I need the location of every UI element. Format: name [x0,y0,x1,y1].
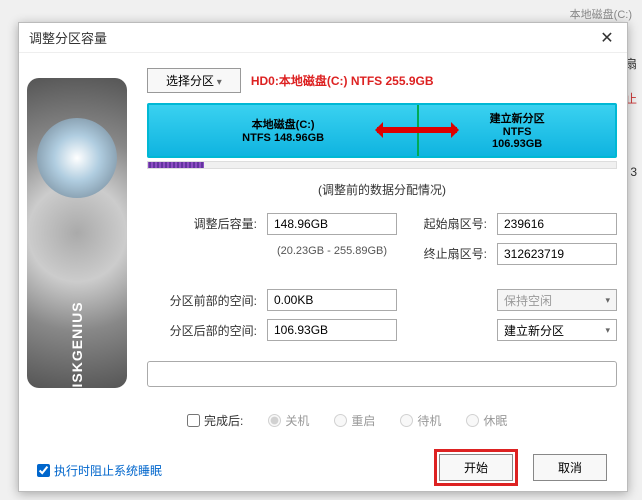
space-after-dropdown[interactable]: 建立新分区 [497,319,617,341]
prevent-sleep-checkbox[interactable]: 执行时阻止系统睡眠 [37,462,162,479]
opt-hibernate[interactable]: 休眠 [466,412,507,429]
resize-partition-dialog: 调整分区容量 ✕ DISKGENIUS 选择分区 HD0:本地磁盘(C:) NT… [18,22,628,492]
start-sector-input[interactable] [497,213,617,235]
size-range: (20.23GB - 255.89GB) [267,245,397,257]
partition-bar[interactable]: 本地磁盘(C:) NTFS 148.96GB 建立新分区 NTFS 106.93… [147,103,617,158]
finish-label: 完成后: [204,412,243,429]
prevent-sleep-input[interactable] [37,464,50,477]
partition-segment-c[interactable]: 本地磁盘(C:) NTFS 148.96GB [149,105,419,156]
partition-new-title: 建立新分区 [490,110,545,126]
after-size-input[interactable] [267,213,397,235]
titlebar: 调整分区容量 ✕ [19,23,627,53]
start-sector-label: 起始扇区号: [407,215,487,232]
partition-new-size: 106.93GB [492,138,542,150]
space-after-input[interactable] [267,319,397,341]
partition-new-fs: NTFS [503,126,532,138]
end-sector-label: 终止扇区号: [407,245,487,262]
dialog-title: 调整分区容量 [29,28,597,47]
bg-title: 本地磁盘(C:) [570,6,632,22]
close-icon[interactable]: ✕ [597,28,617,48]
hdd-image: DISKGENIUS [27,78,127,388]
cancel-button[interactable]: 取消 [533,454,607,481]
end-sector-input[interactable] [497,243,617,265]
space-before-dropdown[interactable]: 保持空闲 [497,289,617,311]
space-after-label: 分区后部的空间: [147,322,257,339]
opt-restart[interactable]: 重启 [334,412,375,429]
resize-arrow-icon [377,127,457,133]
partition-c-sub: NTFS 148.96GB [242,132,324,144]
usage-strip [147,161,617,169]
start-button[interactable]: 开始 [439,454,513,481]
progress-bar [147,361,617,387]
sidebar: DISKGENIUS [19,53,127,491]
partition-c-title: 本地磁盘(C:) [252,116,315,132]
opt-standby[interactable]: 待机 [400,412,441,429]
pre-data-label: (调整前的数据分配情况) [147,181,617,198]
select-partition-button[interactable]: 选择分区 [147,68,241,93]
prevent-sleep-label: 执行时阻止系统睡眠 [54,462,162,479]
usage-fill [148,162,204,168]
space-before-label: 分区前部的空间: [147,292,257,309]
after-size-label: 调整后容量: [147,215,257,232]
opt-shutdown[interactable]: 关机 [268,412,309,429]
space-before-input[interactable] [267,289,397,311]
finish-check-input[interactable] [187,414,200,427]
finish-checkbox[interactable]: 完成后: [187,412,243,429]
hdd-brand: DISKGENIUS [69,301,85,388]
disk-info: HD0:本地磁盘(C:) NTFS 255.9GB [251,72,434,89]
